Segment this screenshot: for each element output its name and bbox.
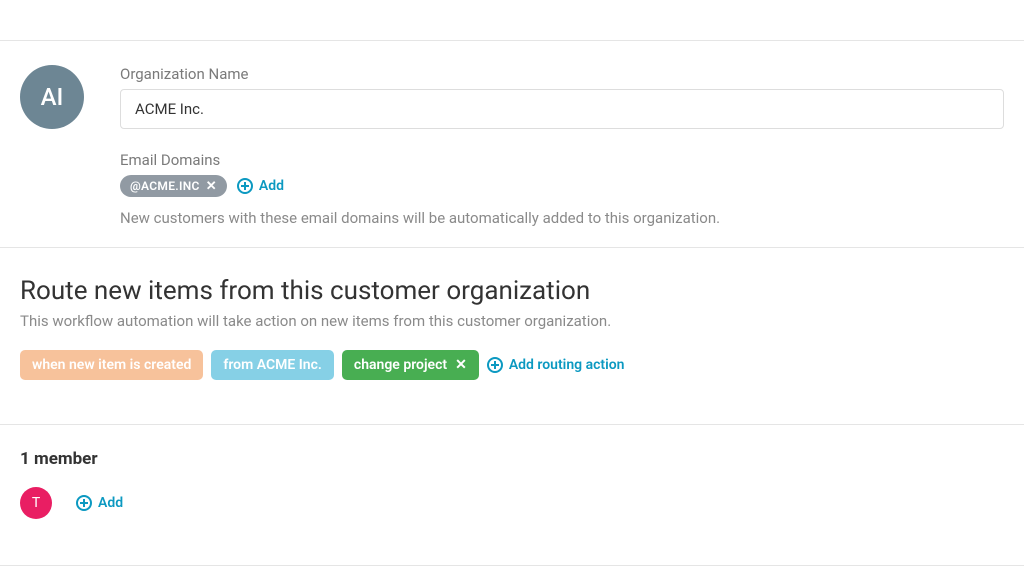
condition-pill-label: from ACME Inc. <box>223 357 322 373</box>
email-domains-label: Email Domains <box>120 151 1004 169</box>
member-avatar[interactable]: T <box>20 487 52 519</box>
plus-circle-icon <box>487 357 503 373</box>
condition-pill[interactable]: from ACME Inc. <box>211 350 334 380</box>
org-avatar: AI <box>20 65 84 129</box>
plus-circle-icon <box>237 178 253 194</box>
domain-chip-text: @ACME.INC <box>130 179 200 193</box>
route-title: Route new items from this customer organ… <box>20 276 1004 306</box>
add-member-label: Add <box>98 495 123 511</box>
close-icon[interactable]: ✕ <box>206 180 217 193</box>
action-pill[interactable]: change project ✕ <box>342 350 479 380</box>
domain-chip[interactable]: @ACME.INC ✕ <box>120 175 227 197</box>
action-pill-label: change project <box>354 357 447 373</box>
plus-circle-icon <box>76 495 92 511</box>
route-subtitle: This workflow automation will take actio… <box>20 312 1004 330</box>
add-routing-action-button[interactable]: Add routing action <box>487 357 625 373</box>
add-routing-action-label: Add routing action <box>509 357 625 373</box>
close-icon[interactable]: ✕ <box>455 358 467 372</box>
trigger-pill[interactable]: when new item is created <box>20 350 203 380</box>
add-domain-label: Add <box>259 178 284 194</box>
members-count: 1 member <box>20 449 1004 469</box>
add-member-button[interactable]: Add <box>76 495 123 511</box>
domain-helper-text: New customers with these email domains w… <box>120 209 1004 227</box>
org-name-input[interactable] <box>120 89 1004 129</box>
add-domain-button[interactable]: Add <box>237 178 284 194</box>
trigger-pill-label: when new item is created <box>32 357 191 373</box>
org-name-label: Organization Name <box>120 65 1004 83</box>
